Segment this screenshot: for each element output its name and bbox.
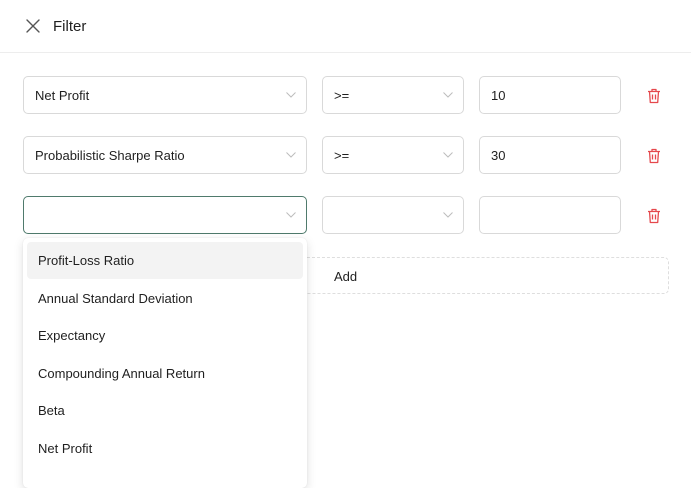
filter-value-text-1: 10 <box>491 88 506 103</box>
dropdown-option-label: Expectancy <box>38 328 106 343</box>
page-title: Filter <box>53 18 87 35</box>
filter-value-input-2[interactable]: 30 <box>479 136 621 174</box>
chevron-down-icon <box>443 152 453 158</box>
trash-icon[interactable] <box>647 208 661 224</box>
dropdown-option[interactable]: Annual Standard Deviation <box>27 280 303 317</box>
filter-field-select-2[interactable]: Probabilistic Sharpe Ratio <box>23 136 307 174</box>
filter-value-input-3[interactable] <box>479 196 621 234</box>
filter-operator-select-2[interactable]: >= <box>322 136 464 174</box>
dropdown-option-label: Net Profit <box>38 441 93 456</box>
dropdown-option[interactable]: Beta <box>27 392 303 429</box>
add-filter-label: Add <box>334 269 358 284</box>
chevron-down-icon <box>443 92 453 98</box>
chevron-down-icon <box>286 152 296 158</box>
filter-header: Filter <box>0 0 691 53</box>
filter-field-value-2: Probabilistic Sharpe Ratio <box>35 148 185 163</box>
chevron-down-icon <box>443 212 453 218</box>
filter-field-select-1[interactable]: Net Profit <box>23 76 307 114</box>
dropdown-option-label: Compounding Annual Return <box>38 366 205 381</box>
filter-operator-select-1[interactable]: >= <box>322 76 464 114</box>
filter-field-value-1: Net Profit <box>35 88 90 103</box>
filter-field-select-3[interactable] <box>23 196 307 234</box>
filter-value-input-1[interactable]: 10 <box>479 76 621 114</box>
chevron-down-icon <box>286 92 296 98</box>
dropdown-option-label: Annual Standard Deviation <box>38 291 193 306</box>
filter-value-text-2: 30 <box>491 148 506 163</box>
dropdown-option[interactable]: Compounding Annual Return <box>27 355 303 392</box>
dropdown-option[interactable]: Profit-Loss Ratio <box>27 242 303 279</box>
dropdown-option[interactable]: Net Profit <box>27 430 303 467</box>
close-icon[interactable] <box>25 18 41 34</box>
add-filter-button[interactable]: Add <box>307 257 669 294</box>
dropdown-option[interactable]: Expectancy <box>27 317 303 354</box>
chevron-down-icon <box>286 212 296 218</box>
filter-operator-select-3[interactable] <box>322 196 464 234</box>
trash-icon[interactable] <box>647 148 661 164</box>
trash-icon[interactable] <box>647 88 661 104</box>
filter-operator-value-2: >= <box>334 148 350 163</box>
dropdown-option-label: Beta <box>38 403 65 418</box>
dropdown-option-label: Profit-Loss Ratio <box>38 253 135 268</box>
filter-operator-value-1: >= <box>334 88 350 103</box>
field-dropdown-menu: Profit-Loss Ratio Annual Standard Deviat… <box>23 238 307 488</box>
